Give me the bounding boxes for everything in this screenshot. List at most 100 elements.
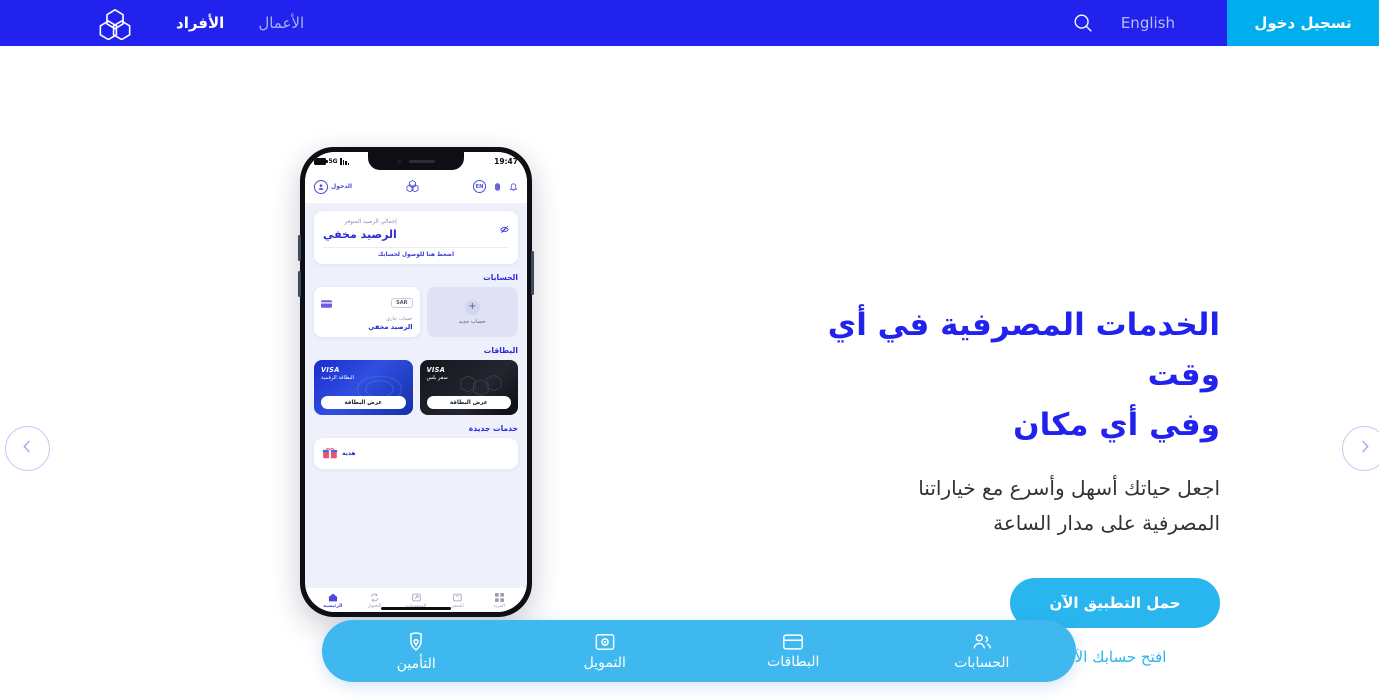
chevron-left-icon xyxy=(21,439,34,458)
bank-card-digital[interactable]: VISA البطاقة الرقمية عرض البطاقة xyxy=(314,360,413,415)
service-label: هدية xyxy=(342,450,356,457)
bell-icon[interactable] xyxy=(509,177,518,196)
balance-card[interactable]: إجمالي الرصيد المتوفر الرصيد مخفي اضغط ه… xyxy=(314,211,518,264)
user-avatar-icon xyxy=(314,179,329,194)
signal-bars-icon xyxy=(340,158,350,165)
page-title: الخدمات المصرفية في أي وقت وفي أي مكان xyxy=(790,300,1220,451)
phone-power-button xyxy=(531,251,534,295)
service-quicklinks-bar: الحسابات البطاقات التمويل التأمين xyxy=(322,620,1076,682)
store-icon xyxy=(453,593,462,602)
carousel-prev-button[interactable] xyxy=(5,426,50,471)
insurance-shield-icon xyxy=(410,631,423,651)
bank-card-travel-plus[interactable]: VISA سفر بلس عرض البطاقة xyxy=(419,360,518,415)
new-account-label: حساب جديد xyxy=(458,318,486,325)
card-brand-block: VISA سفر بلس xyxy=(427,366,512,381)
home-indicator xyxy=(381,607,451,610)
hero-heading-line-2: وفي أي مكان xyxy=(1013,407,1220,444)
cards-icon xyxy=(783,633,804,650)
new-account-tile[interactable]: + حساب جديد xyxy=(426,287,518,337)
carousel-next-button[interactable] xyxy=(1342,426,1379,471)
view-card-button[interactable]: عرض البطاقة xyxy=(321,396,406,409)
home-icon xyxy=(328,593,337,602)
card-brand-block: VISA البطاقة الرقمية xyxy=(321,366,406,381)
account-card[interactable]: SAR حساب جاري الرصيد مخفي xyxy=(314,287,420,337)
phone-screen: 19:47 5G EN الدخول إجمالي الرصيد المتوفر… xyxy=(305,152,527,612)
home-indicator-wrap xyxy=(305,604,527,610)
quicklink-label: الحسابات xyxy=(954,654,1010,671)
quicklink-label: التأمين xyxy=(396,655,436,672)
battery-icon xyxy=(314,158,328,165)
services-section-title: خدمات جديدة xyxy=(468,424,518,433)
notch-camera xyxy=(397,158,402,164)
account-card-top: SAR xyxy=(321,293,413,312)
account-type: حساب جاري xyxy=(386,316,413,322)
phone-volume-down-button xyxy=(298,271,301,297)
quicklink-accounts[interactable]: الحسابات xyxy=(888,632,1077,671)
search-icon[interactable] xyxy=(1072,0,1094,46)
view-card-button[interactable]: عرض البطاقة xyxy=(426,396,511,409)
quicklink-cards[interactable]: البطاقات xyxy=(699,633,888,670)
transfer-icon xyxy=(371,593,378,602)
status-indicators: 5G xyxy=(314,158,350,165)
app-login-button[interactable]: الدخول xyxy=(314,179,353,194)
hero-subtitle-line-1: اجعل حياتك أسهل وأسرع مع خياراتنا xyxy=(918,475,1220,500)
status-network: 5G xyxy=(328,158,338,165)
language-badge-en[interactable]: EN xyxy=(473,180,486,193)
status-time: 19:47 xyxy=(494,157,518,166)
hero-text-block: الخدمات المصرفية في أي وقت وفي أي مكان ا… xyxy=(790,300,1220,666)
card-product-name: البطاقة الرقمية xyxy=(321,375,355,381)
eye-off-icon[interactable] xyxy=(500,219,509,238)
balance-texts: إجمالي الرصيد المتوفر الرصيد مخفي xyxy=(323,219,397,241)
visa-logo: VISA xyxy=(321,366,340,374)
hero-subtitle-line-2: المصرفية على مدار الساعة xyxy=(993,511,1220,536)
cards-row: VISA سفر بلس عرض البطاقة VISA البطاقة ال… xyxy=(314,360,518,415)
chevron-right-icon xyxy=(1358,439,1371,458)
account-balance: الرصيد مخفي xyxy=(368,323,413,331)
top-header: تسجيل دخول English الأعمال الأفراد xyxy=(0,0,1379,46)
hero-heading-line-1: الخدمات المصرفية في أي وقت xyxy=(827,307,1220,394)
grid-more-icon xyxy=(494,593,504,602)
visa-logo: VISA xyxy=(426,366,446,374)
balance-divider xyxy=(323,247,509,248)
plus-icon: + xyxy=(464,299,480,315)
login-button[interactable]: تسجيل دخول xyxy=(1227,0,1379,46)
gift-icon xyxy=(322,444,338,463)
app-header-left-icons: EN xyxy=(473,177,518,196)
app-header: EN الدخول xyxy=(305,171,527,203)
language-switch-english[interactable]: English xyxy=(1121,0,1175,46)
card-icon xyxy=(321,293,332,312)
payments-icon xyxy=(411,593,421,602)
financing-icon xyxy=(595,633,615,650)
nav-item-business[interactable]: الأعمال xyxy=(258,14,304,32)
hero-subtitle: اجعل حياتك أسهل وأسرع مع خياراتنا المصرف… xyxy=(790,471,1220,542)
quicklink-label: البطاقات xyxy=(767,653,820,670)
phone-notch xyxy=(368,152,464,170)
quicklink-label: التمويل xyxy=(583,654,626,671)
accounts-people-icon xyxy=(973,633,991,649)
balance-access-link[interactable]: اضغط هنا للوصول لحسابك xyxy=(323,252,509,258)
app-logo-icon xyxy=(405,177,420,196)
notch-speaker xyxy=(409,159,435,163)
trefoil-logo-icon[interactable] xyxy=(96,6,134,40)
app-login-label: الدخول xyxy=(331,183,353,190)
cards-section-title: البطاقات xyxy=(483,346,518,355)
currency-chip: SAR xyxy=(391,297,413,308)
service-gift-tile[interactable]: هدية xyxy=(314,438,518,469)
quicklink-insurance[interactable]: التأمين xyxy=(322,631,511,672)
header-left-group: تسجيل دخول English xyxy=(1072,0,1379,46)
accounts-section-title: الحسابات xyxy=(483,273,518,282)
phone-mockup: 19:47 5G EN الدخول إجمالي الرصيد المتوفر… xyxy=(298,147,534,617)
account-card-texts: حساب جاري الرصيد مخفي xyxy=(321,316,413,331)
header-right-nav: الأعمال الأفراد xyxy=(0,0,304,46)
balance-card-top: إجمالي الرصيد المتوفر الرصيد مخفي xyxy=(323,219,509,241)
nav-item-individuals[interactable]: الأفراد xyxy=(176,14,224,32)
phone-volume-up-button xyxy=(298,235,301,261)
card-product-name: سفر بلس xyxy=(426,375,448,381)
header-spacer xyxy=(304,0,1072,46)
accounts-row: + حساب جديد SAR حساب جاري الرصيد مخفي xyxy=(314,287,518,337)
quicklink-financing[interactable]: التمويل xyxy=(511,632,700,671)
balance-label: إجمالي الرصيد المتوفر xyxy=(344,219,397,225)
balance-value: الرصيد مخفي xyxy=(323,228,397,241)
fingerprint-icon[interactable] xyxy=(493,177,502,196)
app-body: إجمالي الرصيد المتوفر الرصيد مخفي اضغط ه… xyxy=(305,203,527,469)
